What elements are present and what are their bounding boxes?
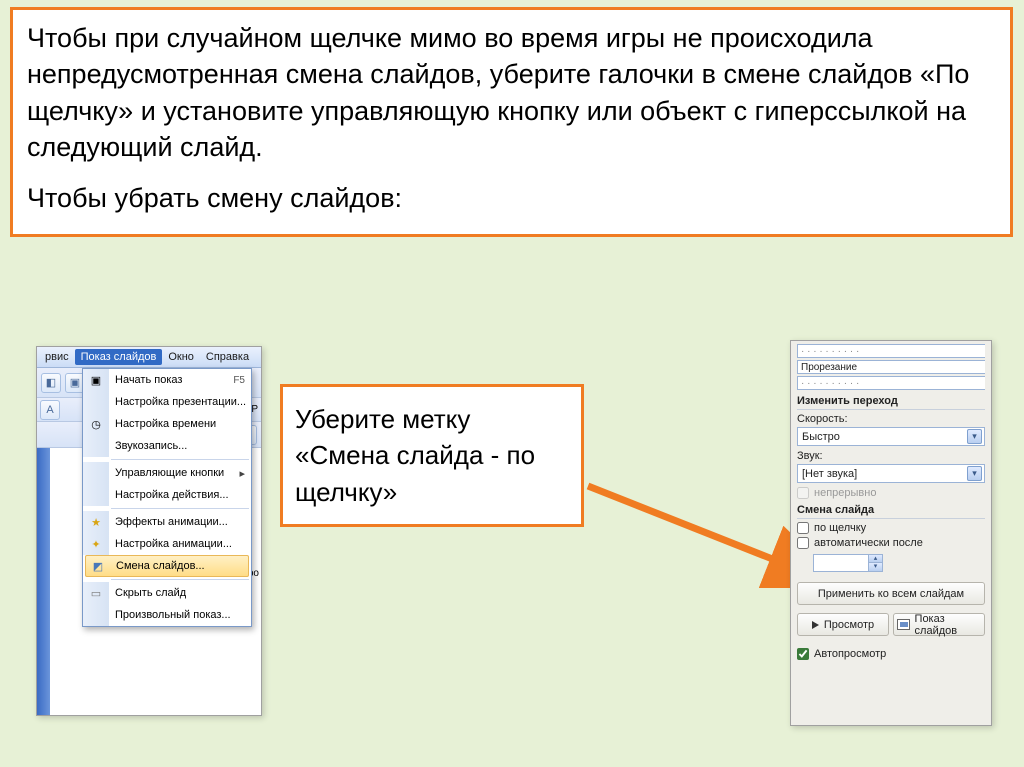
auto-after-checkbox[interactable] (797, 537, 809, 549)
speed-combo[interactable]: Быстро ▾ (797, 427, 985, 446)
chevron-down-icon: ▾ (967, 429, 982, 444)
play-button[interactable]: Просмотр (797, 613, 889, 636)
screenshot-menu: рвис Показ слайдов Окно Справка ◧ ▣ A ел… (36, 346, 262, 716)
menu-item-setup[interactable]: Настройка презентации... (83, 391, 251, 413)
instruction-mid-text: Уберите метку «Смена слайда - по щелчку» (295, 401, 569, 510)
on-click-checkbox-row[interactable]: по щелчку (797, 522, 985, 534)
section-advance-slide: Смена слайда (797, 504, 985, 519)
blank-icon (83, 484, 109, 506)
chevron-down-icon: ▾ (967, 466, 982, 481)
menubar-item-active[interactable]: Показ слайдов (75, 349, 163, 365)
menubar-item[interactable]: Справка (200, 349, 255, 365)
blank-icon (83, 462, 109, 484)
auto-after-label: автоматически после (814, 537, 923, 549)
sound-label: Звук: (797, 450, 985, 462)
anim-icon: ✦ (83, 533, 109, 555)
autopreview-checkbox-row[interactable]: Автопросмотр (797, 648, 985, 660)
instruction-box-mid: Уберите метку «Смена слайда - по щелчку» (280, 384, 584, 527)
on-click-label: по щелчку (814, 522, 866, 534)
menu-item-anim-schemes[interactable]: ★ Эффекты анимации... (83, 511, 251, 533)
arrow-icon (580, 478, 820, 588)
autopreview-label: Автопросмотр (814, 648, 886, 660)
transition-pane: · · · · · · · · · · Прорезание · · · · ·… (791, 341, 991, 669)
toolbar-button[interactable]: A (40, 400, 60, 420)
presentation-icon: ▣ (83, 369, 109, 391)
transition-list-item[interactable]: · · · · · · · · · · (797, 344, 985, 358)
menu-item-record[interactable]: Звукозапись... (83, 435, 251, 457)
apply-all-button[interactable]: Применить ко всем слайдам (797, 582, 985, 605)
menu-item-custom-show[interactable]: Произвольный показ... (83, 604, 251, 626)
menu-separator (111, 579, 249, 580)
sound-combo[interactable]: [Нет звука] ▾ (797, 464, 985, 483)
toolbar-button[interactable]: ◧ (41, 373, 61, 393)
instruction-para-2: Чтобы убрать смену слайдов: (27, 180, 996, 216)
autopreview-checkbox[interactable] (797, 648, 809, 660)
loop-label: непрерывно (814, 487, 876, 499)
menu-item-action-settings[interactable]: Настройка действия... (83, 484, 251, 506)
menu-item-action-buttons[interactable]: Управляющие кнопки ▸ (83, 462, 251, 484)
clock-icon: ◷ (83, 413, 109, 435)
menu-separator (111, 508, 249, 509)
transition-icon: ◩ (86, 556, 110, 576)
projector-icon (897, 619, 910, 630)
auto-after-checkbox-row[interactable]: автоматически после (797, 537, 985, 549)
sound-value: [Нет звука] (802, 468, 857, 480)
star-icon: ★ (83, 511, 109, 533)
slideshow-menu: ▣ Начать показ F5 Настройка презентации.… (82, 368, 252, 627)
menu-separator (111, 459, 249, 460)
instruction-box-top: Чтобы при случайном щелчке мимо во время… (10, 7, 1013, 237)
mic-icon (83, 435, 109, 457)
spinner-down-icon[interactable]: ▾ (868, 563, 882, 571)
menubar: рвис Показ слайдов Окно Справка (37, 347, 261, 368)
transition-list-item[interactable]: Прорезание (797, 360, 985, 374)
menu-item-hide-slide[interactable]: ▭ Скрыть слайд (83, 582, 251, 604)
hide-icon: ▭ (83, 582, 109, 604)
menu-item-slide-transition[interactable]: ◩ Смена слайдов... (85, 555, 249, 577)
side-ruler (37, 448, 50, 715)
slideshow-button[interactable]: Показ слайдов (893, 613, 985, 636)
menu-item-start-show[interactable]: ▣ Начать показ F5 (83, 369, 251, 391)
speed-value: Быстро (802, 431, 840, 443)
spinner-up-icon[interactable]: ▴ (868, 555, 882, 563)
submenu-arrow-icon: ▸ (239, 467, 245, 480)
blank-icon (83, 604, 109, 626)
auto-after-spinner[interactable]: ▴ ▾ (813, 554, 883, 572)
menu-item-custom-anim[interactable]: ✦ Настройка анимации... (83, 533, 251, 555)
screenshot-taskpane: · · · · · · · · · · Прорезание · · · · ·… (790, 340, 992, 726)
instruction-para-1: Чтобы при случайном щелчке мимо во время… (27, 20, 996, 166)
transition-list-item[interactable]: · · · · · · · · · · (797, 376, 985, 390)
loop-checkbox (797, 487, 809, 499)
section-modify-transition: Изменить переход (797, 395, 985, 410)
on-click-checkbox[interactable] (797, 522, 809, 534)
blank-icon (83, 391, 109, 413)
speed-label: Скорость: (797, 413, 985, 425)
menubar-item[interactable]: рвис (39, 349, 75, 365)
menubar-item[interactable]: Окно (162, 349, 200, 365)
loop-checkbox-row[interactable]: непрерывно (797, 487, 985, 499)
play-icon (812, 621, 819, 629)
menu-item-rehearse[interactable]: ◷ Настройка времени (83, 413, 251, 435)
